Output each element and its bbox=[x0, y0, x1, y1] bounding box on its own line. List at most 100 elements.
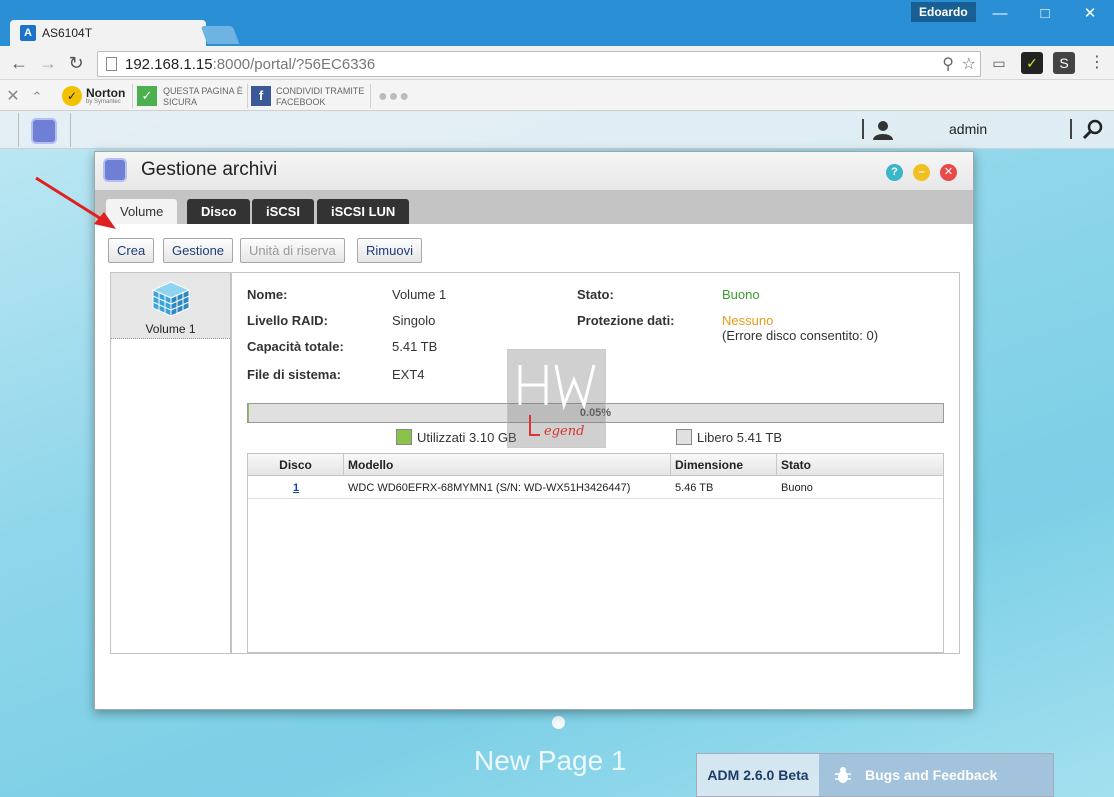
raid-label: Livello RAID: bbox=[247, 313, 328, 328]
user-icon[interactable] bbox=[873, 120, 893, 140]
svg-text:egend: egend bbox=[544, 424, 584, 439]
disk-table: Disco Modello Dimensione Stato 1 WDC WD6… bbox=[247, 453, 944, 653]
tab-disco[interactable]: Disco bbox=[187, 199, 251, 224]
disk-status: Buono bbox=[781, 482, 813, 494]
window-tabbar: Volume Disco iSCSI iSCSI LUN bbox=[95, 190, 973, 224]
watermark-logo-mark: egend bbox=[518, 364, 596, 439]
window-title: Gestione archivi bbox=[141, 159, 278, 180]
protection-label: Protezione dati: bbox=[577, 313, 675, 328]
name-value: Volume 1 bbox=[392, 287, 447, 302]
help-icon[interactable]: ? bbox=[886, 164, 903, 181]
column-header-size[interactable]: Dimensione bbox=[671, 454, 777, 476]
page-icon bbox=[106, 57, 117, 71]
close-window-icon[interactable]: ✕ bbox=[1075, 4, 1105, 24]
close-norton-bar-icon[interactable]: ✕ bbox=[2, 86, 24, 108]
capacity-label: Capacità totale: bbox=[247, 339, 344, 354]
url-path: :8000/portal/?56EC6336 bbox=[212, 55, 376, 73]
disk-number: 1 bbox=[248, 477, 344, 499]
name-label: Nome: bbox=[247, 287, 288, 302]
new-tab-button[interactable] bbox=[200, 26, 240, 44]
norton-brand-sub: by Symantec bbox=[86, 99, 121, 105]
address-bar[interactable]: 192.168.1.15:8000/portal/?56EC6336 ⚲ ☆ bbox=[97, 51, 981, 77]
filesystem-value: EXT4 bbox=[392, 367, 425, 382]
norton-extension-icon[interactable]: ✓ bbox=[1021, 52, 1043, 74]
profile-button[interactable]: Edoardo bbox=[911, 2, 976, 22]
forward-icon[interactable]: → bbox=[37, 52, 59, 74]
table-row[interactable]: 1 WDC WD60EFRX-68MYMN1 (S/N: WD-WX51H342… bbox=[248, 477, 943, 499]
status-value: Buono bbox=[722, 287, 760, 302]
page-indicator-dot[interactable] bbox=[552, 716, 565, 729]
more-dots-icon[interactable]: ●●● bbox=[378, 88, 410, 106]
manage-button[interactable]: Gestione bbox=[163, 238, 234, 263]
desktop-page-name: New Page 1 bbox=[474, 745, 627, 776]
tab-iscsi[interactable]: iSCSI bbox=[252, 199, 314, 224]
share-facebook-label[interactable]: CONDIVIDI TRAMITE FACEBOOK bbox=[276, 86, 364, 108]
filesystem-label: File di sistema: bbox=[247, 367, 341, 382]
divider bbox=[18, 113, 19, 147]
used-label: Utilizzati 3.10 GB bbox=[417, 430, 517, 445]
raid-value: Singolo bbox=[392, 313, 436, 328]
minimize-window-icon[interactable]: — bbox=[985, 4, 1015, 24]
menu-icon[interactable]: ⋮ bbox=[1086, 52, 1108, 74]
disk-link[interactable]: 1 bbox=[293, 482, 299, 494]
divider bbox=[862, 119, 864, 139]
free-swatch bbox=[676, 429, 692, 445]
norton-logo-icon: ✓ bbox=[62, 86, 82, 106]
divider bbox=[1070, 119, 1072, 139]
capacity-value: 5.41 TB bbox=[392, 339, 438, 354]
search-icon[interactable] bbox=[1082, 119, 1104, 141]
column-header-model[interactable]: Modello bbox=[344, 454, 671, 476]
safe-page-label[interactable]: QUESTA PAGINA È SICURA bbox=[163, 86, 243, 108]
disk-size: 5.46 TB bbox=[675, 482, 714, 494]
close-icon[interactable]: ✕ bbox=[940, 164, 957, 181]
url-host: 192.168.1.15 bbox=[125, 55, 213, 73]
back-icon[interactable]: ← bbox=[8, 52, 30, 74]
norton-brand: Norton bbox=[86, 86, 126, 100]
reload-icon[interactable]: ↻ bbox=[65, 52, 87, 74]
volume-details: Nome: Volume 1 Livello RAID: Singolo Cap… bbox=[231, 272, 960, 654]
column-header-status[interactable]: Stato bbox=[777, 454, 943, 476]
storage-manager-launcher-icon[interactable] bbox=[31, 118, 57, 144]
remove-button[interactable]: Rimuovi bbox=[357, 238, 422, 263]
adm-taskbar bbox=[0, 111, 1114, 149]
bug-icon bbox=[835, 767, 851, 783]
volume-list-item[interactable]: Volume 1 bbox=[111, 273, 230, 339]
divider bbox=[247, 84, 248, 108]
adm-version: ADM 2.6.0 Beta bbox=[707, 767, 809, 783]
divider bbox=[370, 84, 371, 108]
bugs-feedback-label: Bugs and Feedback bbox=[865, 767, 998, 783]
used-swatch bbox=[396, 429, 412, 445]
cast-icon[interactable]: ▭ bbox=[988, 52, 1010, 74]
tab-iscsi-lun[interactable]: iSCSI LUN bbox=[317, 199, 410, 224]
safe-check-icon: ✓ bbox=[137, 86, 157, 106]
create-button[interactable]: Crea bbox=[108, 238, 155, 263]
extension-s-icon[interactable]: S bbox=[1053, 52, 1075, 74]
divider bbox=[70, 113, 71, 147]
safe-line-2: SICURA bbox=[163, 97, 198, 107]
spare-units-button[interactable]: Unità di riserva bbox=[240, 238, 345, 263]
username-label[interactable]: admin bbox=[949, 121, 987, 137]
key-icon[interactable]: ⚲ bbox=[942, 54, 954, 74]
protection-value: Nessuno bbox=[722, 313, 774, 328]
bugs-feedback-button[interactable]: Bugs and Feedback bbox=[819, 754, 1053, 796]
disk-model: WDC WD60EFRX-68MYMN1 (S/N: WD-WX51H34264… bbox=[348, 482, 631, 494]
facebook-icon: f bbox=[251, 86, 271, 106]
free-label: Libero 5.41 TB bbox=[697, 430, 783, 445]
asustor-favicon-icon: A bbox=[20, 25, 36, 41]
annotation-arrow bbox=[35, 176, 116, 229]
share-line-2: FACEBOOK bbox=[276, 97, 326, 107]
status-label: Stato: bbox=[577, 287, 614, 302]
browser-tab[interactable]: A AS6104T bbox=[10, 20, 206, 46]
minimize-icon[interactable]: – bbox=[913, 164, 930, 181]
tab-title: AS6104T bbox=[42, 26, 93, 40]
window-header[interactable]: Gestione archivi ? – ✕ bbox=[95, 152, 973, 192]
disk-table-header: Disco Modello Dimensione Stato bbox=[248, 454, 943, 476]
volume-list-label: Volume 1 bbox=[145, 322, 196, 336]
column-header-disk[interactable]: Disco bbox=[248, 454, 344, 476]
collapse-norton-bar-icon[interactable]: ⌃ bbox=[26, 86, 48, 108]
bookmark-star-icon[interactable]: ☆ bbox=[962, 54, 976, 74]
protection-note: (Errore disco consentito: 0) bbox=[722, 328, 879, 343]
volume-list: Volume 1 bbox=[110, 272, 231, 654]
divider bbox=[132, 84, 133, 108]
maximize-window-icon[interactable]: □ bbox=[1030, 4, 1060, 24]
